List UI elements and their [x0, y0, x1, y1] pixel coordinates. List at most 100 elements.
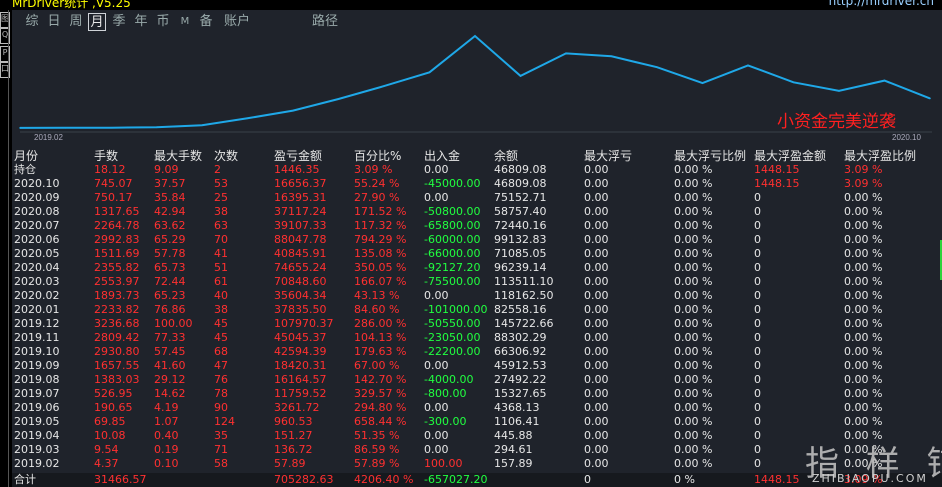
cell-max-float-profit: 0: [754, 359, 761, 372]
table-row[interactable]: 2019.05 69.85 1.07 124 960.53 658.44 % -300.00…: [12, 415, 942, 429]
cell-count: 2: [214, 163, 221, 176]
cell-deposit: -101000.00: [424, 303, 488, 316]
tab-day[interactable]: 日: [46, 13, 62, 31]
total-lots: 31466.57: [94, 473, 147, 486]
cell-lots: 750.17: [94, 191, 133, 204]
tab-account[interactable]: 账户: [222, 13, 252, 31]
cell-max-float-profit: 0: [754, 191, 761, 204]
tab-year[interactable]: 年: [133, 13, 149, 31]
table-row[interactable]: 2020.02 1893.73 65.23 40 35604.34 43.13 % 0.00…: [12, 289, 942, 303]
cell-max-float-profit: 0: [754, 415, 761, 428]
tab-path[interactable]: 路径: [310, 13, 340, 31]
cell-month: 2019.11: [14, 331, 60, 344]
cell-percent: 142.70 %: [354, 373, 407, 386]
table-row[interactable]: 2020.01 2233.82 76.86 38 37835.50 84.60 % -101…: [12, 303, 942, 317]
table-row[interactable]: 2019.02 4.37 0.10 58 57.89 57.89 % 100.00 157.8…: [12, 457, 942, 471]
cell-max-float-profit: 0: [754, 345, 761, 358]
left-divider: [8, 10, 9, 487]
tab-m[interactable]: M: [178, 13, 192, 31]
table-row[interactable]: 2019.07 526.95 14.62 78 11759.52 329.57 % -800…: [12, 387, 942, 401]
cell-deposit: -4000.00: [424, 373, 474, 386]
table-row[interactable]: 2019.11 2809.42 77.33 45 45045.37 104.13 % -23…: [12, 331, 942, 345]
cell-lots: 2809.42: [94, 331, 140, 344]
cell-max-lots: 0.19: [154, 443, 179, 456]
table-row[interactable]: 2019.08 1383.03 29.12 76 16164.57 142.70 % -40…: [12, 373, 942, 387]
table-row[interactable]: 2020.03 2553.97 72.44 61 70848.60 166.07 % -75…: [12, 275, 942, 289]
cell-percent: 27.90 %: [354, 191, 400, 204]
cell-lots: 2992.83: [94, 233, 140, 246]
table-row[interactable]: 2019.06 190.65 4.19 90 3261.72 294.80 % 0.00 43…: [12, 401, 942, 415]
balance-point: [201, 124, 203, 126]
cell-count: 68: [214, 345, 228, 358]
cell-max-float-loss: 0.00: [584, 247, 609, 260]
cell-balance: 445.88: [494, 429, 533, 442]
cell-percent: 286.00 %: [354, 317, 407, 330]
table-row[interactable]: 2019.12 3236.68 100.00 45 107970.37 286.00 % -…: [12, 317, 942, 331]
table-row[interactable]: 2020.10 745.07 37.57 53 16656.37 55.24 % -4500…: [12, 177, 942, 191]
cell-max-float-loss: 0.00: [584, 373, 609, 386]
cell-count: 53: [214, 177, 228, 190]
balance-point: [656, 66, 658, 68]
table-row[interactable]: 2019.03 9.54 0.19 71 136.72 86.59 % 0.00 294.61…: [12, 443, 942, 457]
cell-count: 38: [214, 303, 228, 316]
cell-max-float-profit: 0: [754, 387, 761, 400]
total-month: 合计: [14, 473, 36, 486]
balance-point: [292, 109, 294, 112]
cell-percent: 135.08 %: [354, 247, 407, 260]
cell-max-float-profit: 0: [754, 373, 761, 386]
table-row[interactable]: 2019.09 1657.55 41.60 47 18420.31 67.00 % 0.00…: [12, 359, 942, 373]
cell-pnl: 18420.31: [274, 359, 327, 372]
cell-count: 35: [214, 429, 228, 442]
tab-month[interactable]: 月: [88, 13, 106, 31]
col-percent: 百分比%: [354, 149, 402, 163]
cell-max-float-profit-ratio: 0.00 %: [844, 275, 883, 288]
table-row[interactable]: 2020.05 1511.69 57.78 41 40845.91 135.08 % -66…: [12, 247, 942, 261]
cell-percent: 51.35 %: [354, 429, 400, 442]
cell-max-lots: 72.44: [154, 275, 186, 288]
cell-max-lots: 0.10: [154, 457, 179, 470]
table-row[interactable]: 持仓 18.12 9.09 2 1446.35 3.09 % 0.00 46809.08 0.0…: [12, 163, 942, 177]
cell-month: 2019.07: [14, 387, 60, 400]
table-row[interactable]: 2020.04 2355.82 65.73 51 74655.24 350.05 % -92…: [12, 261, 942, 275]
cell-balance: 45912.53: [494, 359, 547, 372]
table-row[interactable]: 2020.08 1317.65 42.94 38 37117.24 171.52 % -50…: [12, 205, 942, 219]
table-row[interactable]: 2019.10 2930.80 57.45 68 42594.39 179.63 % -22…: [12, 345, 942, 359]
balance-point: [474, 35, 476, 37]
col-lots: 手数: [94, 149, 119, 163]
cell-max-float-profit-ratio: 0.00 %: [844, 303, 883, 316]
table-row[interactable]: 2020.06 2992.83 65.29 70 88047.78 794.29 % -60…: [12, 233, 942, 247]
cell-max-float-profit-ratio: 0.00 %: [844, 289, 883, 302]
cell-max-float-profit-ratio: 0.00 %: [844, 233, 883, 246]
cell-percent: 350.05 %: [354, 261, 407, 274]
cell-balance: 27492.22: [494, 373, 547, 386]
cell-lots: 1893.73: [94, 289, 140, 302]
app-url[interactable]: http://mrdriver.cn: [829, 0, 934, 8]
cell-pnl: 35604.34: [274, 289, 327, 302]
table-total-row: 合计 31466.57 705282.63 4206.40 % -657027.20 0 0…: [12, 473, 942, 487]
cell-max-float-profit-ratio: 0.00 %: [844, 331, 883, 344]
table-row[interactable]: 2019.04 10.08 0.40 35 151.27 51.35 % 0.00 445.8…: [12, 429, 942, 443]
cell-balance: 46809.08: [494, 177, 547, 190]
cell-count: 63: [214, 219, 228, 232]
tab-currency[interactable]: 币: [155, 13, 171, 31]
table-row[interactable]: 2020.09 750.17 35.84 25 16395.31 27.90 % 0.00 7…: [12, 191, 942, 205]
cell-max-float-loss: 0.00: [584, 233, 609, 246]
table-row[interactable]: 2020.07 2264.78 63.62 63 39107.33 117.32 % -65…: [12, 219, 942, 233]
cell-max-float-loss-ratio: 0.00 %: [674, 205, 713, 218]
balance-point: [19, 127, 21, 129]
cell-max-float-profit: 0: [754, 219, 761, 232]
col-max-float-profit: 最大浮盈金额: [754, 149, 827, 163]
cell-month: 2020.09: [14, 191, 60, 204]
tab-quarter[interactable]: 季: [111, 13, 127, 31]
tab-note[interactable]: 备: [198, 13, 214, 31]
cell-lots: 745.07: [94, 177, 133, 190]
balance-point: [883, 79, 886, 82]
balance-point: [64, 127, 67, 129]
cell-month: 2020.02: [14, 289, 60, 302]
tab-week[interactable]: 周: [68, 13, 84, 31]
tab-summary[interactable]: 综: [24, 13, 40, 31]
cell-max-lots: 29.12: [154, 373, 186, 386]
cell-count: 45: [214, 317, 228, 330]
balance-point: [383, 85, 385, 87]
cell-pnl: 57.89: [274, 457, 306, 470]
